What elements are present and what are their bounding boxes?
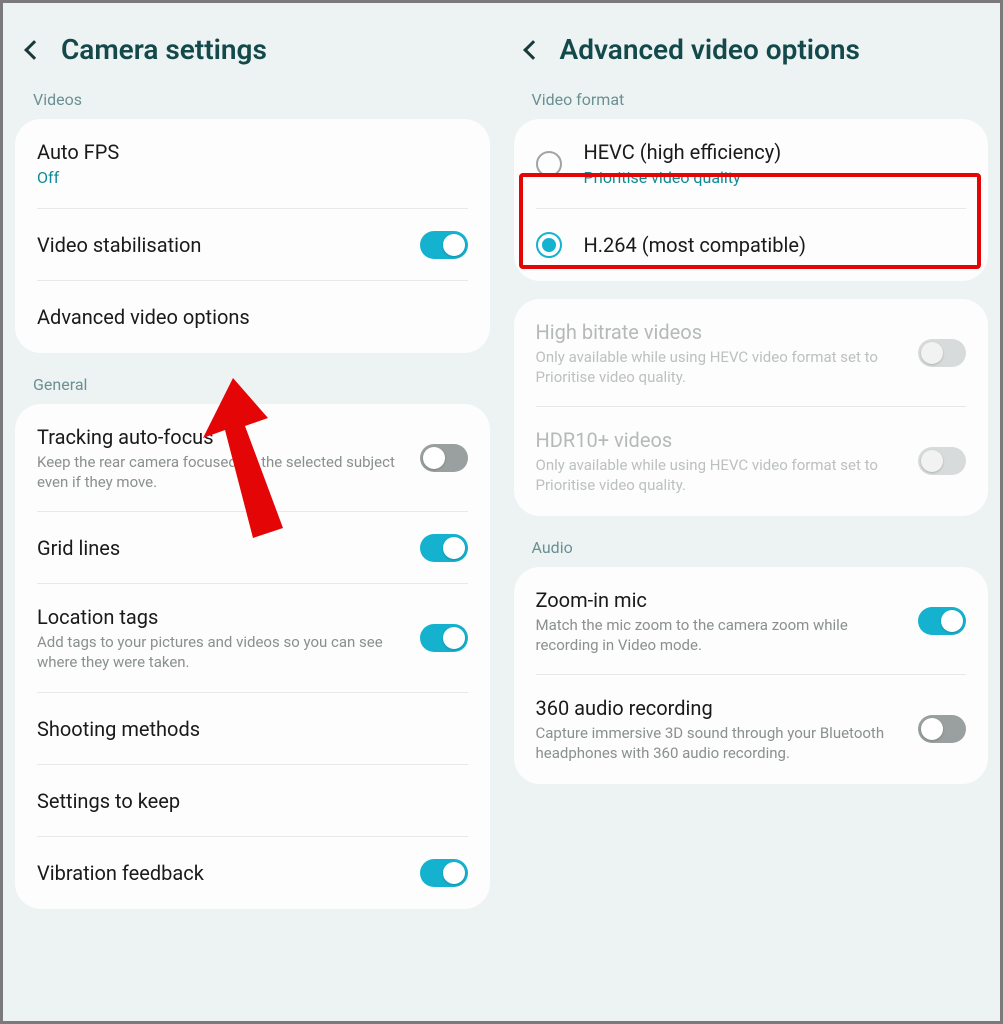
toggle-video-stabilisation[interactable] xyxy=(420,231,468,259)
row-title: Zoom-in mic xyxy=(536,587,909,613)
header: Advanced video options xyxy=(502,3,1001,86)
row-title: 360 audio recording xyxy=(536,695,909,721)
row-title: Shooting methods xyxy=(37,716,458,742)
row-title: Auto FPS xyxy=(37,139,458,165)
card-video-features: High bitrate videos Only available while… xyxy=(514,299,989,516)
row-auto-fps[interactable]: Auto FPS Off xyxy=(15,119,490,209)
card-videos: Auto FPS Off Video stabilisation Advance… xyxy=(15,119,490,353)
row-title: Settings to keep xyxy=(37,788,458,814)
row-title: Grid lines xyxy=(37,535,410,561)
toggle-location-tags[interactable] xyxy=(420,624,468,652)
card-general: Tracking auto-focus Keep the rear camera… xyxy=(15,404,490,909)
toggle-hdr10 xyxy=(918,447,966,475)
row-sub: Only available while using HEVC video fo… xyxy=(536,455,909,496)
panel-advanced-video-options: Advanced video options Video format HEVC… xyxy=(502,3,1001,1021)
row-shooting-methods[interactable]: Shooting methods xyxy=(15,693,490,765)
toggle-grid-lines[interactable] xyxy=(420,534,468,562)
toggle-360-audio[interactable] xyxy=(918,715,966,743)
row-tracking-auto-focus[interactable]: Tracking auto-focus Keep the rear camera… xyxy=(15,404,490,513)
row-title: HEVC (high efficiency) xyxy=(584,139,957,165)
radio-hevc[interactable] xyxy=(536,151,562,177)
row-sub: Only available while using HEVC video fo… xyxy=(536,347,909,388)
card-video-format: HEVC (high efficiency) Prioritise video … xyxy=(514,119,989,281)
row-sub: Keep the rear camera focused on the sele… xyxy=(37,452,410,493)
header: Camera settings xyxy=(3,3,502,86)
back-icon[interactable] xyxy=(523,40,543,60)
row-settings-to-keep[interactable]: Settings to keep xyxy=(15,765,490,837)
toggle-high-bitrate xyxy=(918,339,966,367)
row-title: Video stabilisation xyxy=(37,232,410,258)
row-sub: Capture immersive 3D sound through your … xyxy=(536,723,909,764)
row-vibration-feedback[interactable]: Vibration feedback xyxy=(15,837,490,909)
row-title: Advanced video options xyxy=(37,304,458,330)
row-high-bitrate: High bitrate videos Only available while… xyxy=(514,299,989,408)
row-h264[interactable]: H.264 (most compatible) xyxy=(514,209,989,281)
toggle-zoom-in-mic[interactable] xyxy=(918,607,966,635)
toggle-tracking-auto-focus[interactable] xyxy=(420,444,468,472)
card-audio: Zoom-in mic Match the mic zoom to the ca… xyxy=(514,567,989,784)
panel-camera-settings: Camera settings Videos Auto FPS Off Vide… xyxy=(3,3,502,1021)
toggle-vibration-feedback[interactable] xyxy=(420,859,468,887)
row-video-stabilisation[interactable]: Video stabilisation xyxy=(15,209,490,281)
row-360-audio[interactable]: 360 audio recording Capture immersive 3D… xyxy=(514,675,989,784)
row-location-tags[interactable]: Location tags Add tags to your pictures … xyxy=(15,584,490,693)
row-sub: Off xyxy=(37,167,458,189)
row-title: HDR10+ videos xyxy=(536,427,909,453)
row-hevc[interactable]: HEVC (high efficiency) Prioritise video … xyxy=(514,119,989,209)
row-grid-lines[interactable]: Grid lines xyxy=(15,512,490,584)
back-icon[interactable] xyxy=(24,40,44,60)
row-sub: Match the mic zoom to the camera zoom wh… xyxy=(536,615,909,656)
row-sub: Add tags to your pictures and videos so … xyxy=(37,632,410,673)
section-label-audio: Audio xyxy=(502,534,1001,567)
page-title: Advanced video options xyxy=(560,33,860,66)
section-label-video-format: Video format xyxy=(502,86,1001,119)
section-label-general: General xyxy=(3,371,502,404)
section-label-videos: Videos xyxy=(3,86,502,119)
row-advanced-video-options[interactable]: Advanced video options xyxy=(15,281,490,353)
row-sub: Prioritise video quality xyxy=(584,167,957,189)
row-zoom-in-mic[interactable]: Zoom-in mic Match the mic zoom to the ca… xyxy=(514,567,989,676)
row-title: Vibration feedback xyxy=(37,860,410,886)
row-title: Location tags xyxy=(37,604,410,630)
row-title: Tracking auto-focus xyxy=(37,424,410,450)
row-title: High bitrate videos xyxy=(536,319,909,345)
row-hdr10: HDR10+ videos Only available while using… xyxy=(514,407,989,516)
radio-h264[interactable] xyxy=(536,232,562,258)
row-title: H.264 (most compatible) xyxy=(584,232,957,258)
page-title: Camera settings xyxy=(61,33,267,66)
